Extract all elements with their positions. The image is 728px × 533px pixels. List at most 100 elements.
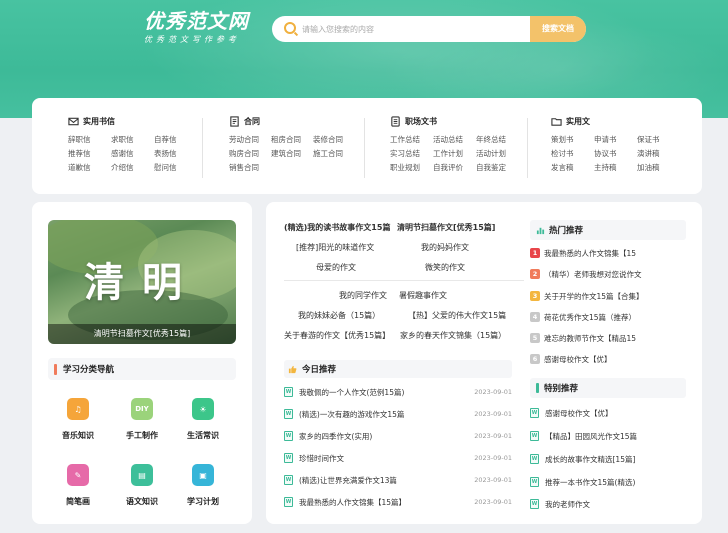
- feature-caption[interactable]: 清明节扫墓作文[优秀15篇]: [48, 324, 236, 344]
- category-link[interactable]: 求职信: [111, 134, 154, 145]
- category-link[interactable]: 销售合同: [229, 162, 271, 173]
- article-link[interactable]: 关于春游的作文【优秀15篇】: [284, 330, 390, 341]
- category-header[interactable]: 实用文: [551, 114, 677, 128]
- article-link[interactable]: 母爱的作文: [316, 262, 356, 273]
- logo-title: 优秀范文网: [144, 9, 249, 33]
- category-link[interactable]: 道歉信: [68, 162, 111, 173]
- category-link[interactable]: 活动总结: [433, 134, 476, 145]
- category-link[interactable]: 职业规划: [390, 162, 433, 173]
- nav-item-drawing[interactable]: ✎ 简笔画: [48, 464, 108, 507]
- category-link[interactable]: 策划书: [551, 134, 594, 145]
- ranked-item[interactable]: 4 荷花优秀作文15篇（推荐）: [530, 311, 690, 323]
- list-item[interactable]: (精选)一次有趣的游戏作文15篇 2023-09-01: [284, 408, 512, 420]
- category-link[interactable]: 协议书: [594, 148, 637, 159]
- word-doc-icon: [284, 497, 293, 507]
- category-link[interactable]: 演讲稿: [637, 148, 677, 159]
- category-header[interactable]: 合同: [229, 114, 355, 128]
- category-link[interactable]: 工作计划: [433, 148, 476, 159]
- article-link[interactable]: 清明节扫墓作文[优秀15篇]: [397, 222, 495, 233]
- ranked-item[interactable]: 2 （精华）老师我想对您说作文: [530, 268, 690, 280]
- ranked-item[interactable]: 6 感谢母校作文【优】: [530, 353, 690, 365]
- ranked-item[interactable]: 3 关于开学的作文15篇【合集】: [530, 290, 690, 302]
- category-link[interactable]: 年终总结: [476, 134, 519, 145]
- category-link[interactable]: 实习总结: [390, 148, 433, 159]
- list-item-title: 我最熟悉的人作文锦集【15篇】: [299, 497, 407, 507]
- article-link[interactable]: 【热】父爱的伟大作文15篇: [408, 310, 506, 321]
- category-link[interactable]: 建筑合同: [271, 148, 313, 159]
- word-doc-icon: [530, 499, 539, 509]
- thumbs-up-icon: [288, 365, 297, 373]
- category-link[interactable]: 慰问信: [154, 162, 197, 173]
- category-header[interactable]: 职场文书: [390, 114, 519, 128]
- category-link[interactable]: 主持稿: [594, 162, 637, 173]
- list-item-title: 【精品】田园风光作文15篇: [545, 431, 638, 441]
- category-link[interactable]: 自我评价: [433, 162, 476, 173]
- category-link[interactable]: 装修合同: [313, 134, 355, 145]
- nav-item-plan[interactable]: ▣ 学习计划: [173, 464, 233, 507]
- category-link[interactable]: 购房合同: [229, 148, 271, 159]
- category-link[interactable]: 自我鉴定: [476, 162, 519, 173]
- category-link[interactable]: 施工合同: [313, 148, 355, 159]
- list-item[interactable]: 【精品】田园风光作文15篇: [530, 430, 690, 442]
- divider: [202, 118, 203, 178]
- word-doc-icon: [284, 409, 293, 419]
- category-link[interactable]: 工作总结: [390, 134, 433, 145]
- article-link[interactable]: [推荐]阳光的味道作文: [296, 242, 374, 253]
- list-item[interactable]: 珍惜时间作文 2023-09-01: [284, 452, 512, 464]
- nav-item-diy[interactable]: DIY 手工制作: [112, 398, 172, 441]
- article-link[interactable]: (精选)我的读书故事作文15篇: [284, 222, 390, 233]
- category-link[interactable]: 辞职信: [68, 134, 111, 145]
- list-item-date: 2023-09-01: [474, 476, 512, 484]
- category-link[interactable]: 劳动合同: [229, 134, 271, 145]
- search-button[interactable]: 搜索文档: [530, 16, 586, 42]
- article-link[interactable]: 家乡的春天作文锦集（15篇）: [400, 330, 506, 341]
- list-item-title: 推荐一本书作文15篇(精选): [545, 477, 636, 487]
- category-link[interactable]: 介绍信: [111, 162, 154, 173]
- category-link[interactable]: 自荐信: [154, 134, 197, 145]
- site-logo[interactable]: 优秀范文网 优秀范文写作参考: [144, 8, 262, 52]
- word-doc-icon: [284, 453, 293, 463]
- category-contracts: 合同 劳动合同 租房合同 装修合同 购房合同 建筑合同 施工合同 销售合同: [229, 114, 355, 173]
- list-item[interactable]: 家乡的四季作文(实用) 2023-09-01: [284, 430, 512, 442]
- list-item[interactable]: 我敬佩的一个人作文(范例15篇) 2023-09-01: [284, 386, 512, 398]
- search-input[interactable]: [302, 16, 528, 42]
- list-item[interactable]: 我最熟悉的人作文锦集【15篇】 2023-09-01: [284, 496, 512, 508]
- category-header[interactable]: 实用书信: [68, 114, 197, 128]
- category-link[interactable]: 申请书: [594, 134, 637, 145]
- article-link[interactable]: 我的妈妈作文: [421, 242, 469, 253]
- ranked-item[interactable]: 1 我最熟悉的人作文锦集【15: [530, 247, 690, 259]
- list-item-date: 2023-09-01: [474, 410, 512, 418]
- nav-item-chinese[interactable]: ▤ 语文知识: [112, 464, 172, 507]
- left-panel: 清明 清明节扫墓作文[优秀15篇] 学习分类导航 ♫ 音乐知识 DIY 手工制作…: [32, 202, 252, 524]
- category-link[interactable]: 活动计划: [476, 148, 519, 159]
- special-title: 特别推荐: [544, 384, 579, 394]
- nav-label: 手工制作: [126, 431, 158, 440]
- category-workplace: 职场文书 工作总结 活动总结 年终总结 实习总结 工作计划 活动计划 职业规划 …: [390, 114, 519, 173]
- category-link[interactable]: 租房合同: [271, 134, 313, 145]
- category-link[interactable]: 表扬信: [154, 148, 197, 159]
- article-link[interactable]: 我的妹妹必备（15篇）: [298, 310, 380, 321]
- list-item[interactable]: 感谢母校作文【优】: [530, 407, 690, 419]
- ranked-item-title: （精华）老师我想对您说作文: [544, 269, 642, 279]
- list-item[interactable]: (精选)让世界充满爱作文13篇 2023-09-01: [284, 474, 512, 486]
- book-icon: ▤: [131, 464, 153, 486]
- category-letters: 实用书信 辞职信 求职信 自荐信 推荐信 感谢信 表扬信 道歉信 介绍信 慰问信: [68, 114, 197, 173]
- list-item[interactable]: 成长的故事作文精选[15篇]: [530, 453, 690, 465]
- nav-item-music[interactable]: ♫ 音乐知识: [48, 398, 108, 441]
- feature-banner[interactable]: 清明 清明节扫墓作文[优秀15篇]: [48, 220, 236, 344]
- category-link[interactable]: 加油稿: [637, 162, 677, 173]
- category-link[interactable]: 保证书: [637, 134, 677, 145]
- article-link[interactable]: 我的同学作文: [339, 290, 387, 301]
- list-item[interactable]: 推荐一本书作文15篇(精选): [530, 476, 690, 488]
- nav-item-life[interactable]: ☀ 生活常识: [173, 398, 233, 441]
- category-link[interactable]: 感谢信: [111, 148, 154, 159]
- category-link[interactable]: 推荐信: [68, 148, 111, 159]
- divider: [364, 118, 365, 178]
- study-nav-title: 学习分类导航: [63, 365, 115, 375]
- article-link[interactable]: 暑假趣事作文: [399, 290, 447, 301]
- article-link[interactable]: 微笑的作文: [425, 262, 465, 273]
- ranked-item[interactable]: 5 难忘的教师节作文【精品15: [530, 332, 690, 344]
- category-link[interactable]: 检讨书: [551, 148, 594, 159]
- list-item[interactable]: 我的老师作文: [530, 498, 690, 510]
- category-link[interactable]: 发言稿: [551, 162, 594, 173]
